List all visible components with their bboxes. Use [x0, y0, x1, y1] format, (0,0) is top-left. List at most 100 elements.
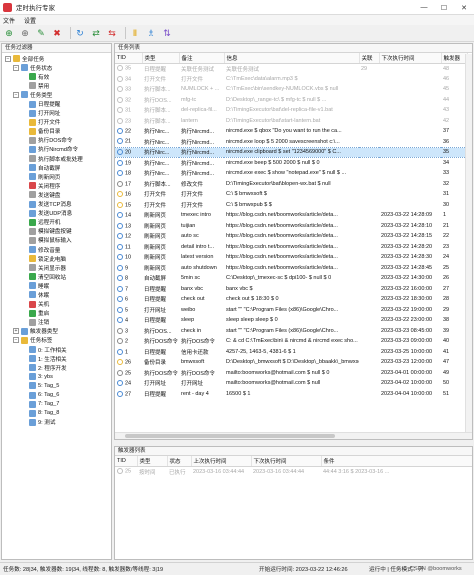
task-row[interactable]: 4 日程提醒 sleep sleep sleep sleep $ 0 2023-03-2… — [115, 315, 467, 326]
task-row[interactable]: 26 备份目录 bmwxsoft D:\Desktop\_bmwxsoft $ D:\… — [115, 357, 467, 368]
minimize-icon[interactable]: — — [414, 0, 434, 15]
task-row[interactable]: 21 执行Nirc... 执行Nircmd... nircmd.exe loop $ … — [115, 137, 467, 148]
priority-icon[interactable]: ⇅ — [161, 27, 173, 39]
tree-item[interactable]: 关闭程序 — [2, 181, 111, 190]
tree-item[interactable]: − 任务状态 — [2, 63, 111, 72]
scroll-thumb[interactable] — [125, 434, 335, 438]
col-next-run[interactable]: 下次执行时间 — [379, 53, 442, 64]
task-row[interactable]: 14 刷新网页 tmexec intro https://blog.csdn.net/… — [115, 210, 467, 221]
collapse-icon[interactable]: − — [13, 91, 19, 98]
tree-item[interactable]: 关机 — [2, 300, 111, 309]
col-tid[interactable]: TID — [115, 53, 143, 64]
tree-item[interactable]: 修改音量 — [2, 245, 111, 254]
tree-item[interactable]: 模拟鼠标输入 — [2, 236, 111, 245]
task-row[interactable]: 2 执行DOS命令 执行DOS命令 C: & cd C:\TmExec\bin\ & … — [115, 336, 467, 347]
collapse-icon[interactable]: − — [5, 55, 11, 62]
tree-item[interactable]: − 任务标签 — [2, 336, 111, 345]
collapse-icon[interactable]: − — [13, 64, 19, 71]
wizard-icon[interactable]: ♗ — [145, 27, 157, 39]
task-row[interactable]: 23 执行脚本... lantern D:\TimingExecutor\bat\st… — [115, 116, 467, 127]
task-row[interactable]: 31 执行脚本... del-replica-fil... D:\TimingExec… — [115, 105, 467, 116]
tree-item[interactable]: 模拟键盘按键 — [2, 227, 111, 236]
col-type[interactable]: 类型 — [142, 53, 180, 64]
tree-item[interactable]: 执行脚本或批处理 — [2, 154, 111, 163]
tree-item[interactable]: 清空回收站 — [2, 272, 111, 281]
tree-item[interactable]: 打开文件 — [2, 118, 111, 127]
tree-item[interactable]: 注销 — [2, 318, 111, 327]
add-copy-icon[interactable]: ⊕ — [19, 27, 31, 39]
tree-item[interactable]: 6: Tag_6 — [2, 390, 111, 399]
pause-icon[interactable]: Ⅱ — [129, 27, 141, 39]
tree-item[interactable]: 发送TCP消息 — [2, 200, 111, 209]
task-row[interactable]: 34 打开文件 打开文件 C:\TmExec\data\alarm.mp3 $ 46 — [115, 74, 467, 85]
tree-item[interactable]: 禁用 — [2, 81, 111, 90]
disable-task-icon[interactable]: ⇆ — [106, 27, 118, 39]
tree-item[interactable]: 锁定此电脑 — [2, 254, 111, 263]
col-trigger[interactable]: 触发器 — [441, 53, 468, 64]
tree-item[interactable]: 自动截屏 — [2, 163, 111, 172]
enable-task-icon[interactable]: ⇄ — [90, 27, 102, 39]
tree-item[interactable]: 休眠 — [2, 290, 111, 299]
trigger-row[interactable]: 25 按时间 已执行 2023-03-16 03:44:44 2023-03-16 03… — [115, 466, 472, 477]
task-row[interactable]: 24 打开网址 打开网址 mailto:boomworks@hotmail.com $… — [115, 378, 467, 389]
tree-item[interactable]: 发送UDP消息 — [2, 209, 111, 218]
expand-icon[interactable]: + — [13, 328, 19, 335]
tree-item[interactable]: 有效 — [2, 72, 111, 81]
tree-item[interactable]: 0: 工作相关 — [2, 345, 111, 354]
task-row[interactable]: 35 日程提醒 关联任务测试 关联任务测试 29 48 — [115, 63, 467, 74]
tree-item[interactable]: 日程提醒 — [2, 99, 111, 108]
tree-item[interactable]: 远程开机 — [2, 218, 111, 227]
task-row[interactable]: 18 执行Nirc... 执行Nircmd... nircmd.exe exec $ … — [115, 168, 467, 179]
col-related[interactable]: 关联 — [359, 53, 380, 64]
add-task-icon[interactable]: ⊕ — [3, 27, 15, 39]
menu-file[interactable]: 文件 — [3, 16, 15, 25]
task-row[interactable]: 25 执行DOS命令 执行DOS命令 mailto:boomworks@hotmail… — [115, 368, 467, 379]
task-row[interactable]: 17 执行脚本... 修改文件 D:\TimingExecutor\bat\blope… — [115, 179, 467, 190]
task-row[interactable]: 6 日程提醒 check out check out $ 18:30 $ 0 2023-… — [115, 294, 467, 305]
col-note[interactable]: 备注 — [179, 53, 225, 64]
tree-item[interactable]: 重启 — [2, 309, 111, 318]
tree-item[interactable]: 3: ybs — [2, 372, 111, 381]
col-info[interactable]: 信息 — [224, 53, 360, 64]
delete-task-icon[interactable]: ✖ — [51, 27, 63, 39]
trig-col-status[interactable]: 状态 — [167, 456, 192, 467]
close-icon[interactable]: ✕ — [454, 0, 474, 15]
refresh-icon[interactable]: ↻ — [74, 27, 86, 39]
trig-col-next-run[interactable]: 下次执行时间 — [251, 456, 322, 467]
tree-item[interactable]: 发送键盘 — [2, 190, 111, 199]
task-row[interactable]: 1 日程提醒 信用卡还款 4257-25, 1463-5, 4381-6 $ 1 202… — [115, 347, 467, 358]
tree-item[interactable]: 打开网址 — [2, 109, 111, 118]
task-row[interactable]: 27 日程提醒 rent - day 4 16500 $ 1 2023-04-04 10… — [115, 389, 467, 400]
trig-col-tid[interactable]: TID — [115, 456, 138, 467]
tree-item[interactable]: 7: Tag_7 — [2, 400, 111, 409]
collapse-icon[interactable]: − — [13, 337, 19, 344]
task-row[interactable]: 10 刷新网页 latest version https://blog.csdn.ne… — [115, 252, 467, 263]
task-row[interactable]: 8 自动截屏 5min sc C:\Desktop\_tmexec-sc $ dpi1… — [115, 273, 467, 284]
tree-item[interactable]: 睡眠 — [2, 281, 111, 290]
tree-item[interactable]: 执行DOS命令 — [2, 136, 111, 145]
task-list-vertical-scrollbar[interactable] — [465, 54, 472, 432]
tree-item[interactable]: 执行Nircmd命令 — [2, 145, 111, 154]
task-row[interactable]: 7 日程提醒 banx vbc banx vbc $ 2023-03-22 16:00:… — [115, 284, 467, 295]
maximize-icon[interactable]: ☐ — [434, 0, 454, 15]
task-row[interactable]: 19 执行Nirc... 执行Nircmd... nircmd.exe beep $ … — [115, 158, 467, 169]
trig-col-condition[interactable]: 条件 — [321, 456, 472, 467]
tree-item[interactable]: 关闭显示器 — [2, 263, 111, 272]
edit-task-icon[interactable]: ✎ — [35, 27, 47, 39]
tree-item[interactable]: 刷新网页 — [2, 172, 111, 181]
tree-item[interactable]: 9: 测试 — [2, 418, 111, 427]
tree-item[interactable]: 2: 程序开发 — [2, 363, 111, 372]
tree-item[interactable]: 8: Tag_8 — [2, 409, 111, 418]
task-row[interactable]: 12 刷新网页 auto sc https://blog.csdn.net/boomw… — [115, 231, 467, 242]
task-row[interactable]: 13 刷新网页 tuijian https://blog.csdn.net/boomw… — [115, 221, 467, 232]
task-row[interactable]: 22 执行Nirc... 执行Nircmd... nircmd.exe $ qbox … — [115, 126, 467, 137]
task-row[interactable]: 33 执行脚本... NUMLOCK + ... C:\TmExec\bin\send… — [115, 84, 467, 95]
task-row[interactable]: 20 执行Nirc... 执行Nircmd... nircmd.exe clipboa… — [115, 146, 467, 158]
tree-item[interactable]: 5: Tag_5 — [2, 381, 111, 390]
task-row[interactable]: 11 刷新网页 detail intro t... https://blog.csdn… — [115, 242, 467, 253]
tree-item[interactable]: + 触发器类型 — [2, 327, 111, 336]
task-row[interactable]: 3 执行DOS... check in start "" "C:\Program Fi… — [115, 326, 467, 337]
trig-col-type[interactable]: 类型 — [137, 456, 168, 467]
trig-col-last-run[interactable]: 上次执行时间 — [191, 456, 252, 467]
menu-settings[interactable]: 设置 — [24, 16, 36, 25]
